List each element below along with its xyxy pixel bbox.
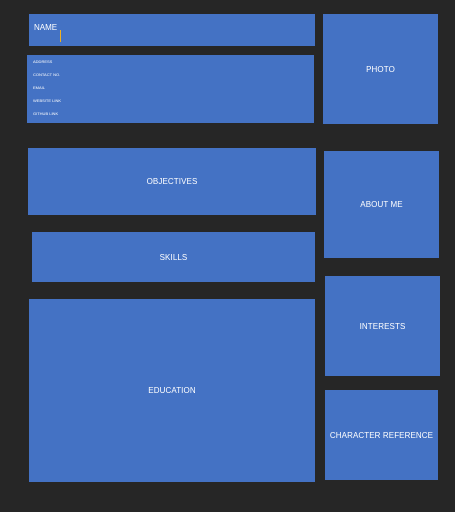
objectives-box[interactable]: OBJECTIVES xyxy=(28,148,316,215)
about-me-label: ABOUT ME xyxy=(360,200,403,209)
objectives-label: OBJECTIVES xyxy=(146,177,198,186)
skills-box[interactable]: SKILLS xyxy=(32,232,315,282)
photo-label: PHOTO xyxy=(366,64,395,74)
skills-label: SKILLS xyxy=(159,252,188,262)
contact-email-label: EMAIL xyxy=(33,85,46,90)
text-cursor xyxy=(60,30,61,42)
interests-label: INTERESTS xyxy=(359,321,406,331)
character-reference-label: CHARACTER REFERENCE xyxy=(329,430,434,440)
contact-phone-label: CONTACT NO. xyxy=(33,72,61,77)
character-reference-box[interactable]: CHARACTER REFERENCE xyxy=(325,390,438,480)
contact-website-label: WEBSITE LINK xyxy=(33,98,62,103)
contact-info-box[interactable]: ADDRESS CONTACT NO. EMAIL WEBSITE LINK G… xyxy=(27,55,314,123)
contact-github-label: GITHUB LINK xyxy=(33,111,59,116)
photo-box[interactable]: PHOTO xyxy=(323,14,438,124)
education-box[interactable]: EDUCATION xyxy=(29,299,315,482)
name-box[interactable]: NAME xyxy=(29,14,315,46)
education-label: EDUCATION xyxy=(148,386,196,395)
name-label: NAME xyxy=(34,23,58,32)
contact-address-label: ADDRESS xyxy=(33,59,53,64)
about-me-box[interactable]: ABOUT ME xyxy=(324,151,439,258)
interests-box[interactable]: INTERESTS xyxy=(325,276,440,376)
